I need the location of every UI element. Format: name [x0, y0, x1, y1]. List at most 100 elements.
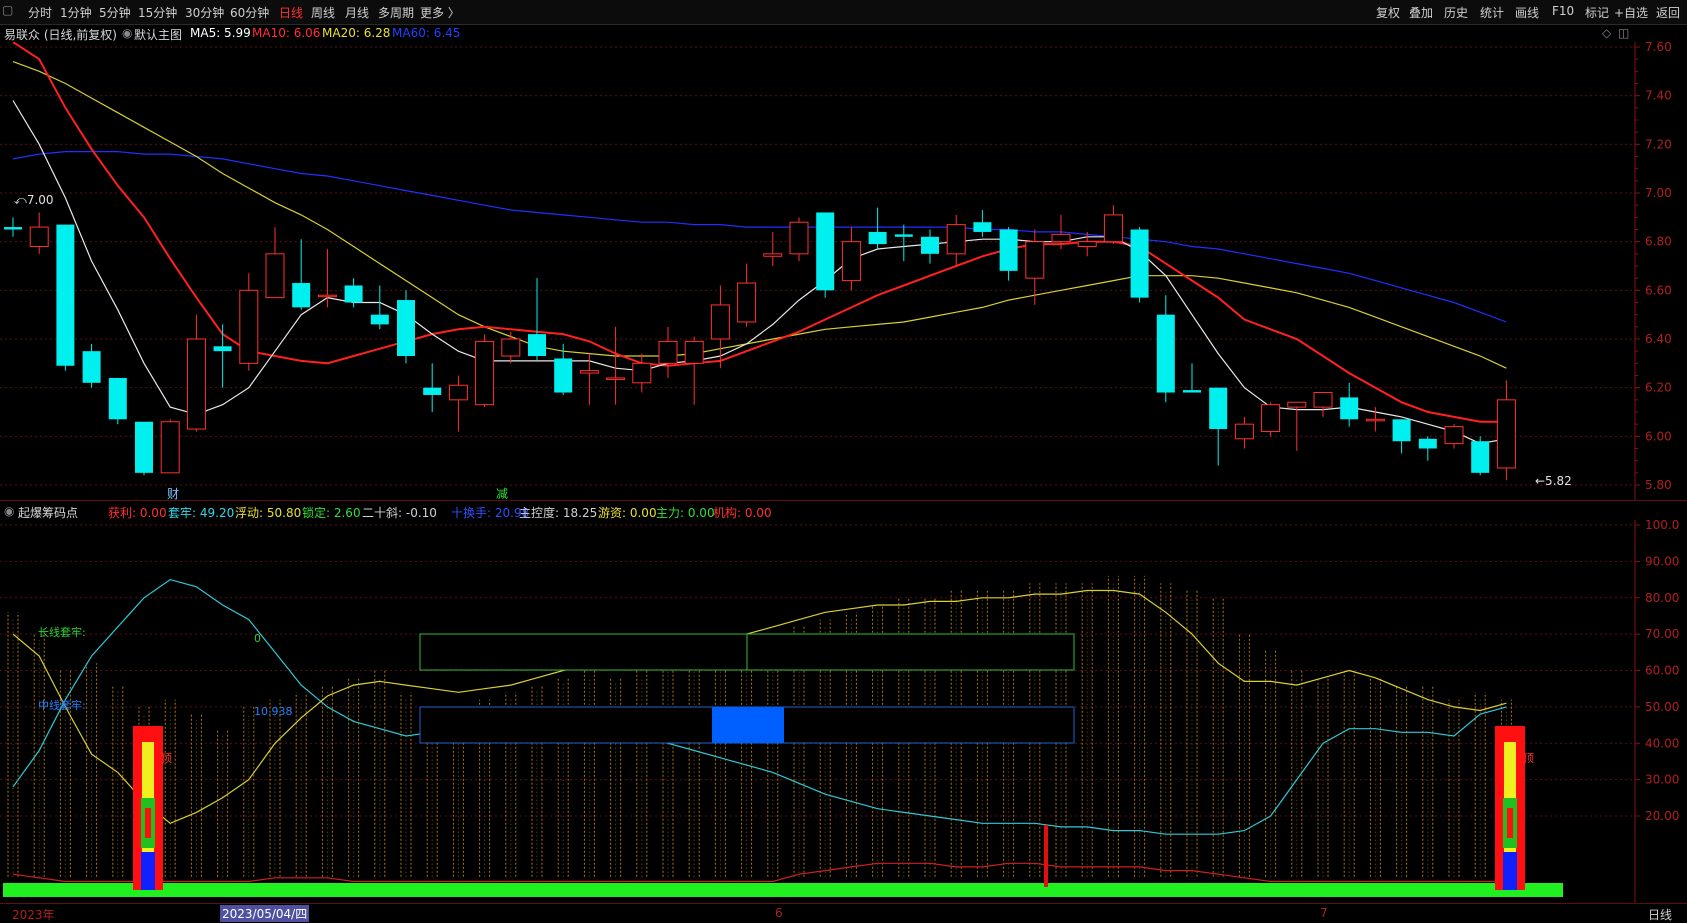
signal-column-1-inner-red: [145, 808, 151, 838]
template-toggle-icon[interactable]: ◉: [122, 26, 132, 40]
candle-body: [370, 314, 389, 325]
period-toolbar: ▢ 分时 1分钟 5分钟 15分钟 30分钟 60分钟 日线 周线 月线 多周期 更多 〉 复权 叠加…: [0, 0, 1687, 25]
sub-chart-info: ◉ 起爆筹码点 获利: 0.00 套牢: 49.20 浮动: 50.80 锁定: 2.…: [0, 502, 1600, 520]
period-tab-10[interactable]: 更多 〉: [420, 4, 460, 21]
collapse-icon[interactable]: ▢: [2, 3, 13, 17]
indicator-value-5: 十换手: 20.98: [451, 506, 530, 520]
time-axis[interactable]: 2023年 2023/05/04/四 6 7 日线: [0, 903, 1687, 923]
candle-body: [1077, 241, 1097, 248]
tool-button-1[interactable]: 叠加: [1409, 4, 1433, 21]
candle-body: [1313, 392, 1333, 408]
tool-button-2[interactable]: 历史: [1444, 4, 1468, 21]
tool-button-6[interactable]: 标记: [1585, 4, 1609, 21]
tool-button-7[interactable]: +自选: [1614, 4, 1648, 21]
candle-body: [868, 231, 887, 245]
candle-body: [108, 377, 127, 420]
period-tab-4[interactable]: 30分钟: [185, 4, 224, 21]
diamond-icon[interactable]: ◇: [1602, 26, 1611, 40]
period-tab-9[interactable]: 多周期: [378, 4, 414, 21]
ma5-label: MA5: 5.99: [190, 26, 251, 40]
price-tick-label: 6.00: [1645, 429, 1672, 443]
candle: [82, 343, 101, 388]
ma10-line: [12, 42, 1507, 423]
candle-body: [1340, 397, 1359, 420]
mid-trapped-fill: [712, 707, 784, 743]
sub-collapse-icon[interactable]: ◉: [4, 504, 14, 518]
cursor-date: 2023/05/04/四: [220, 905, 310, 922]
candle-body: [921, 236, 939, 254]
stock-title[interactable]: 易联众 (日线,前复权): [4, 26, 117, 43]
candle-body: [135, 421, 153, 473]
candle: [658, 326, 678, 378]
period-tab-3[interactable]: 15分钟: [138, 4, 177, 21]
period-tab-2[interactable]: 5分钟: [99, 4, 131, 21]
candle: [684, 336, 704, 405]
candle-body: [160, 421, 180, 474]
candle-body: [475, 340, 495, 406]
candle: [1234, 416, 1254, 449]
pane-divider[interactable]: [0, 500, 1687, 501]
tool-button-4[interactable]: 画线: [1515, 4, 1539, 21]
indicator-value-3: 锁定: 2.60: [302, 506, 361, 520]
candle-body: [841, 241, 861, 282]
candle: [921, 229, 939, 264]
candle: [397, 290, 415, 364]
candle-body: [946, 224, 966, 255]
low-price-label: ←5.82: [1535, 474, 1572, 488]
period-tab-6[interactable]: 日线: [279, 4, 303, 21]
candle: [475, 334, 495, 408]
tool-button-3[interactable]: 统计: [1480, 4, 1504, 21]
month-7-label: 7: [1320, 906, 1328, 920]
candle-body: [1234, 423, 1254, 440]
candle-body: [4, 227, 22, 230]
tool-button-0[interactable]: 复权: [1376, 4, 1400, 21]
candle: [501, 331, 521, 364]
candle: [1496, 380, 1516, 481]
period-tab-7[interactable]: 周线: [311, 4, 335, 21]
candle-body: [1392, 419, 1411, 442]
candle: [160, 419, 180, 474]
sub-tick-label: 70.00: [1645, 627, 1679, 641]
candle-body: [999, 229, 1018, 271]
candle-body: [397, 300, 415, 357]
candle-body: [973, 222, 992, 232]
tool-button-5[interactable]: F10: [1552, 4, 1574, 18]
indicator-value-4: 二十斜: -0.10: [362, 506, 437, 520]
candle: [789, 217, 809, 262]
year-label: 2023年: [12, 908, 55, 922]
price-tick-label: 7.20: [1645, 137, 1672, 151]
restore-icon[interactable]: ◫: [1618, 26, 1629, 40]
candle-body: [56, 224, 75, 366]
period-tab-1[interactable]: 1分钟: [60, 4, 92, 21]
mid-trapped-label: 中线套牢:: [38, 699, 86, 712]
period-tab-8[interactable]: 月线: [345, 4, 369, 21]
candle-body: [1103, 214, 1123, 243]
tool-button-8[interactable]: 返回: [1656, 4, 1680, 21]
indicator-name[interactable]: 起爆筹码点: [18, 504, 78, 521]
signal-column-2-blue: [1503, 852, 1517, 890]
indicator-value-1: 套牢: 49.20: [168, 506, 235, 520]
template-name[interactable]: 默认主图: [134, 26, 182, 43]
candle: [1103, 205, 1123, 245]
period-tab-5[interactable]: 60分钟: [230, 4, 269, 21]
candlestick-chart[interactable]: 7.60 7.40 7.20 7.00 6.80 6.60 6.40 6.20 6.00 5.80…: [0, 42, 1687, 500]
candle-body: [448, 384, 468, 401]
signal-column-1-label: 顶: [161, 752, 172, 765]
signal-column-1-blue: [141, 852, 155, 890]
candle: [1209, 387, 1228, 466]
candle-body: [1183, 390, 1201, 393]
candle: [632, 353, 652, 393]
candle: [239, 273, 259, 371]
candle: [265, 227, 285, 299]
candle-body: [658, 340, 678, 364]
candle-body: [554, 358, 573, 393]
candle: [1077, 231, 1097, 257]
period-tab-0[interactable]: 分时: [28, 4, 52, 21]
candle-body: [894, 234, 913, 237]
candle-body: [1287, 401, 1307, 408]
sub-tick-label: 40.00: [1645, 736, 1679, 750]
candle-body: [1496, 399, 1516, 469]
candle-body: [816, 212, 835, 291]
candle: [423, 363, 442, 412]
period-label: 日线: [1648, 908, 1673, 922]
